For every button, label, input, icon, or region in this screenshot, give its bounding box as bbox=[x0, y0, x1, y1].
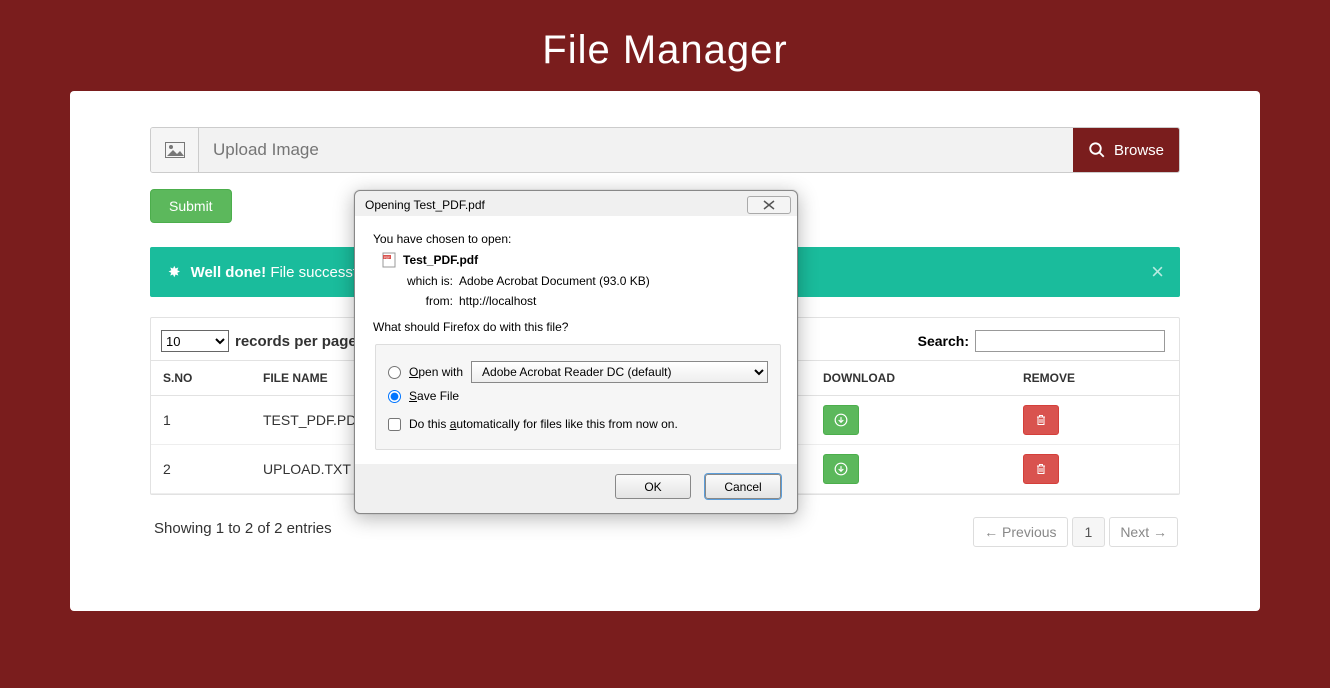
cell-sno: 2 bbox=[151, 445, 251, 494]
dialog-chosen-text: You have chosen to open: bbox=[373, 232, 783, 246]
download-dialog: Opening Test_PDF.pdf You have chosen to … bbox=[354, 190, 798, 514]
ok-button[interactable]: OK bbox=[615, 474, 691, 499]
pager: ← Previous 1 Next → bbox=[973, 517, 1180, 547]
svg-text:PDF: PDF bbox=[384, 256, 390, 260]
col-sno[interactable]: S.NO bbox=[151, 361, 251, 396]
upload-input[interactable] bbox=[199, 128, 1073, 172]
download-icon bbox=[834, 413, 848, 427]
open-with-label: Open with bbox=[409, 365, 463, 379]
from-label: from: bbox=[401, 294, 453, 308]
search-input[interactable] bbox=[975, 330, 1165, 352]
cancel-button[interactable]: Cancel bbox=[705, 474, 781, 499]
records-label: records per page bbox=[235, 333, 357, 350]
pager-prev[interactable]: ← Previous bbox=[973, 517, 1067, 547]
which-is-label: which is: bbox=[401, 274, 453, 288]
save-file-label: Save File bbox=[409, 389, 459, 403]
browse-button[interactable]: Browse bbox=[1073, 128, 1179, 172]
auto-checkbox[interactable] bbox=[388, 418, 401, 431]
image-icon bbox=[151, 128, 199, 172]
trash-icon bbox=[1035, 462, 1047, 476]
auto-label: Do this automatically for files like thi… bbox=[409, 417, 678, 431]
download-button[interactable] bbox=[823, 454, 859, 484]
page-title: File Manager bbox=[0, 0, 1330, 91]
col-remove[interactable]: REMOVE bbox=[1011, 361, 1179, 396]
trash-icon bbox=[1035, 413, 1047, 427]
entries-info: Showing 1 to 2 of 2 entries bbox=[150, 506, 336, 537]
search-icon bbox=[1088, 141, 1106, 159]
pdf-icon: PDF bbox=[381, 252, 397, 268]
dialog-close-button[interactable] bbox=[747, 196, 791, 214]
pager-current[interactable]: 1 bbox=[1072, 517, 1106, 547]
submit-button[interactable]: Submit bbox=[150, 189, 232, 223]
alert-strong: Well done! bbox=[191, 264, 267, 281]
col-download[interactable]: DOWNLOAD bbox=[811, 361, 1011, 396]
remove-button[interactable] bbox=[1023, 454, 1059, 484]
cell-sno: 1 bbox=[151, 396, 251, 445]
upload-bar: Browse bbox=[150, 127, 1180, 173]
from-value: http://localhost bbox=[459, 294, 536, 308]
open-with-select[interactable]: Adobe Acrobat Reader DC (default) bbox=[471, 361, 768, 383]
dialog-question: What should Firefox do with this file? bbox=[373, 320, 783, 334]
records-per-page-select[interactable]: 10 bbox=[161, 330, 229, 352]
dialog-filename: Test_PDF.pdf bbox=[403, 253, 478, 267]
download-icon bbox=[834, 462, 848, 476]
download-button[interactable] bbox=[823, 405, 859, 435]
open-with-radio[interactable] bbox=[388, 366, 401, 379]
dialog-options: Open with Adobe Acrobat Reader DC (defau… bbox=[375, 344, 781, 450]
dialog-title: Opening Test_PDF.pdf bbox=[365, 198, 485, 212]
pager-next[interactable]: Next → bbox=[1109, 517, 1178, 547]
which-is-value: Adobe Acrobat Document (93.0 KB) bbox=[459, 274, 650, 288]
browse-label: Browse bbox=[1114, 142, 1164, 159]
sparkle-icon: ✸ bbox=[168, 263, 181, 281]
remove-button[interactable] bbox=[1023, 405, 1059, 435]
alert-close-icon[interactable]: × bbox=[1151, 259, 1164, 285]
search-label: Search: bbox=[918, 333, 969, 349]
close-icon bbox=[763, 200, 775, 210]
save-file-radio[interactable] bbox=[388, 390, 401, 403]
